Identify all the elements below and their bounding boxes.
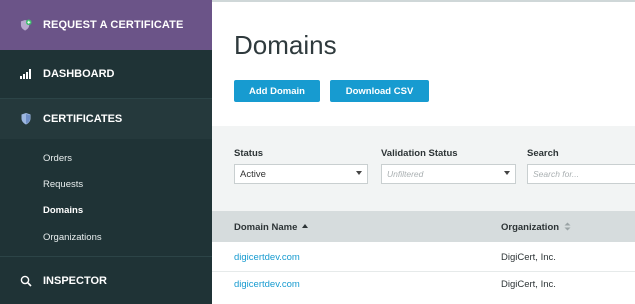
domain-link[interactable]: digicertdev.com <box>234 252 300 263</box>
submenu-item-domains[interactable]: Domains <box>43 205 83 216</box>
row-divider <box>212 271 635 272</box>
column-label: Organization <box>501 222 560 233</box>
search-input[interactable]: Search for... <box>527 164 635 184</box>
sidebar: REQUEST A CERTIFICATE DASHBOARD CERTIFIC… <box>0 0 212 304</box>
sort-icon <box>564 222 571 234</box>
sidebar-item-inspector[interactable]: INSPECTOR <box>0 256 212 304</box>
top-divider <box>212 0 635 2</box>
chevron-down-icon <box>504 171 510 175</box>
validation-status-select[interactable]: Unfiltered <box>381 164 516 184</box>
column-organization[interactable]: Organization <box>501 222 571 234</box>
submenu-item-orders[interactable]: Orders <box>43 153 72 164</box>
domain-link[interactable]: digicertdev.com <box>234 279 300 290</box>
column-domain-name[interactable]: Domain Name <box>234 222 309 233</box>
download-csv-button[interactable]: Download CSV <box>330 80 429 102</box>
request-certificate-label: REQUEST A CERTIFICATE <box>43 19 184 31</box>
search-placeholder: Search for... <box>533 169 579 179</box>
sidebar-item-label: INSPECTOR <box>43 274 107 287</box>
organization-cell: DigiCert, Inc. <box>501 279 556 290</box>
sort-ascending-icon <box>302 224 309 228</box>
add-domain-button[interactable]: Add Domain <box>234 80 320 102</box>
validation-status-placeholder: Unfiltered <box>387 169 424 179</box>
submenu-item-requests[interactable]: Requests <box>43 179 83 190</box>
column-label: Domain Name <box>234 222 298 233</box>
shield-plus-icon <box>20 19 32 31</box>
status-filter-label: Status <box>234 148 264 159</box>
validation-status-label: Validation Status <box>381 148 458 159</box>
sidebar-item-label: DASHBOARD <box>43 68 115 80</box>
bar-chart-icon <box>20 68 32 80</box>
main-content: Domains Add Domain Download CSV Status A… <box>212 0 635 304</box>
submenu-item-organizations[interactable]: Organizations <box>43 232 102 243</box>
status-select[interactable]: Active <box>234 164 368 184</box>
search-icon <box>20 275 32 287</box>
app: REQUEST A CERTIFICATE DASHBOARD CERTIFIC… <box>0 0 635 304</box>
sidebar-item-label: CERTIFICATES <box>43 113 123 125</box>
sidebar-item-certificates[interactable]: CERTIFICATES <box>0 99 212 139</box>
chevron-down-icon <box>356 171 362 175</box>
organization-cell: DigiCert, Inc. <box>501 252 556 263</box>
status-select-value: Active <box>240 168 266 180</box>
search-label: Search <box>527 148 559 159</box>
page-title: Domains <box>234 30 337 60</box>
request-certificate-button[interactable]: REQUEST A CERTIFICATE <box>0 0 212 50</box>
certificates-submenu: Orders Requests Domains Organizations <box>0 139 212 256</box>
sidebar-item-dashboard[interactable]: DASHBOARD <box>0 50 212 99</box>
shield-icon <box>20 113 32 125</box>
